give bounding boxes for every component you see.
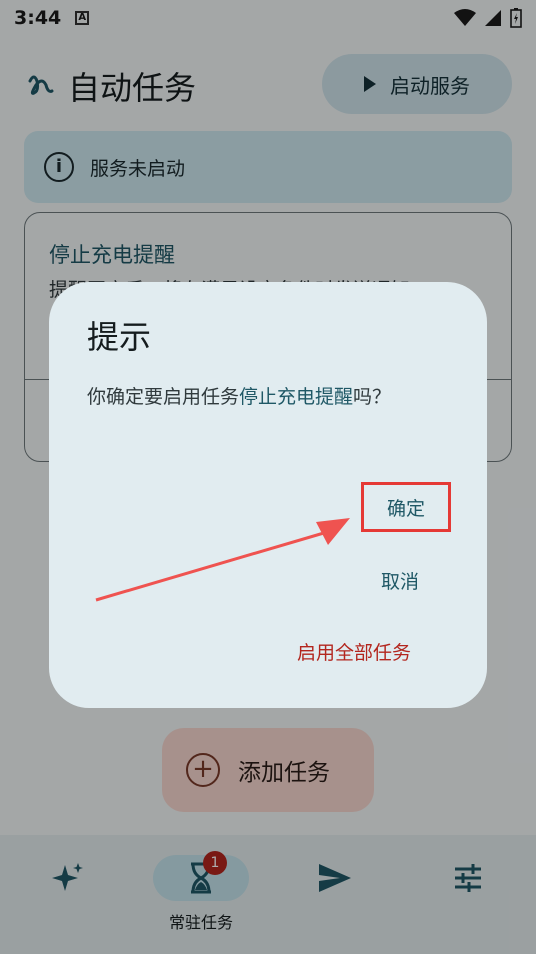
annotation-arrow-icon <box>95 518 350 602</box>
